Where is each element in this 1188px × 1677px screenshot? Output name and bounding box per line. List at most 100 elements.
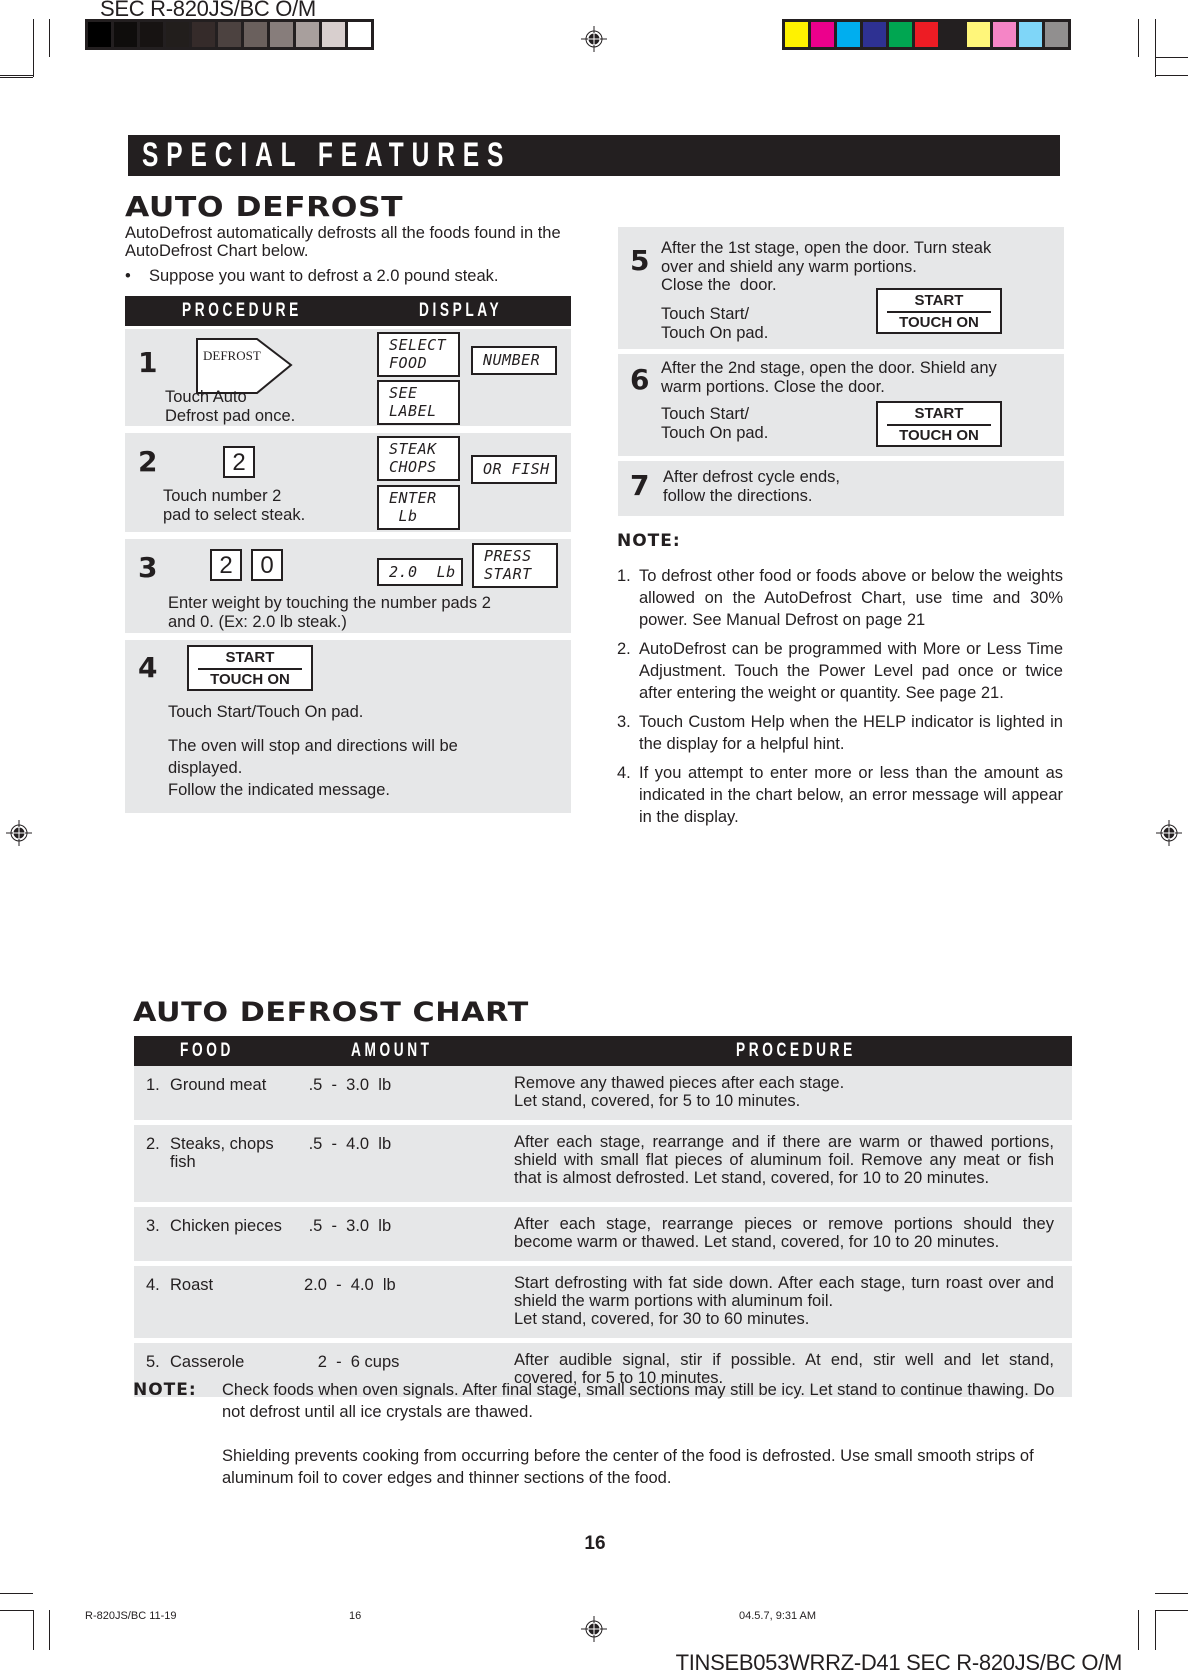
chart-row: 4. Roast 2.0 - 4.0 lb Start defrosting w… <box>134 1266 1072 1338</box>
chart-row: 2. Steaks, chops fish .5 - 4.0 lb After … <box>134 1125 1072 1202</box>
food-cell: 2. Steaks, chops fish <box>134 1125 304 1202</box>
amount-cell: .5 - 4.0 lb <box>304 1135 392 1153</box>
note-item: 4. If you attempt to enter more or less t… <box>617 762 1063 828</box>
registration-mark-icon <box>6 820 32 846</box>
step-number: 3 <box>138 551 158 584</box>
number-pad-2[interactable]: 2 <box>223 446 255 478</box>
amount-cell: .5 - 3.0 lb <box>304 1076 392 1094</box>
display-enter-lb: ENTER Lb <box>377 485 460 530</box>
color-swatch <box>785 22 808 47</box>
grayscale-swatch-bar <box>85 19 374 50</box>
step-number: 1 <box>138 346 158 379</box>
color-swatch <box>166 22 189 47</box>
food-name: Roast <box>170 1276 214 1294</box>
auto-defrost-chart: FOOD AMOUNT PROCEDURE 1. Ground meat .5 … <box>134 1036 1072 1397</box>
touch-on-label: TOUCH ON <box>899 427 979 444</box>
step-6-text-2: Touch Start/ Touch On pad. <box>661 405 769 442</box>
page-number: 16 <box>584 1533 606 1554</box>
step-1-text: Touch Auto Defrost pad once. <box>165 388 296 425</box>
chart-row: 1. Ground meat .5 - 3.0 lb Remove any th… <box>134 1066 1072 1120</box>
header-amount: AMOUNT <box>351 1040 433 1061</box>
chart-note: NOTE: Check foods when oven signals. Aft… <box>133 1379 1073 1511</box>
step-4-text: Touch Start/Touch On pad. <box>168 703 364 721</box>
note-number: 4. <box>617 764 631 782</box>
color-swatch <box>218 22 241 47</box>
food-name: Ground meat <box>170 1076 267 1094</box>
color-swatch <box>296 22 319 47</box>
crop-mark <box>1155 19 1156 77</box>
note-item: 3. Touch Custom Help when the HELP indica… <box>617 711 1063 755</box>
number-pad-2[interactable]: 2 <box>210 549 242 581</box>
touch-on-label: TOUCH ON <box>210 671 290 688</box>
note-item: 2. AutoDefrost can be programmed with Mor… <box>617 638 1063 704</box>
row-number: 1. <box>146 1076 160 1094</box>
row-number: 2. <box>146 1135 160 1153</box>
chart-note-paragraph: Check foods when oven signals. After fin… <box>222 1381 1055 1421</box>
row-number: 3. <box>146 1217 160 1235</box>
bullet-text: Suppose you want to defrost a 2.0 pound … <box>149 267 499 285</box>
chart-header: FOOD AMOUNT PROCEDURE <box>134 1036 1072 1066</box>
color-swatch <box>889 22 912 47</box>
crop-mark <box>49 19 50 57</box>
display-weight: 2.0 Lb <box>377 558 463 586</box>
chart-title: AUTO DEFROST CHART <box>133 997 529 1028</box>
crop-mark <box>1155 75 1188 76</box>
start-label: START <box>198 649 302 670</box>
step-5-text: After the 1st stage, open the door. Turn… <box>661 239 992 294</box>
footer-date: 04.5.7, 9:31 AM <box>739 1610 817 1622</box>
display-steak-chops: STEAK CHOPS <box>377 436 460 481</box>
step-7: 7 After defrost cycle ends, follow the d… <box>618 461 1064 516</box>
number-pad-0[interactable]: 0 <box>251 549 283 581</box>
registration-mark-icon <box>581 26 607 52</box>
procedure-cell: Start defrosting with fat side down. Aft… <box>514 1274 1054 1328</box>
food-cell: 1. Ground meat <box>134 1066 304 1120</box>
color-swatch <box>322 22 345 47</box>
step-number: 6 <box>630 363 650 396</box>
step-number: 5 <box>630 244 650 277</box>
note-text: To defrost other food or foods above or … <box>639 567 1063 629</box>
food-cell: 3. Chicken pieces <box>134 1207 304 1261</box>
crop-mark <box>1155 1610 1188 1611</box>
amount-cell: 2.0 - 4.0 lb <box>304 1276 396 1294</box>
color-swatch <box>114 22 137 47</box>
color-swatch <box>837 22 860 47</box>
color-swatch <box>811 22 834 47</box>
display-see-label: SEE LABEL <box>377 380 460 425</box>
color-swatch <box>270 22 293 47</box>
color-swatch <box>915 22 938 47</box>
start-touch-on-button[interactable]: START TOUCH ON <box>876 401 1002 447</box>
crop-mark <box>1155 1610 1156 1650</box>
color-swatch <box>941 22 964 47</box>
procedure-cell: Remove any thawed pieces after each stag… <box>514 1074 845 1110</box>
display-or-fish: OR FISH <box>471 455 557 484</box>
auto-defrost-pad-button[interactable]: DEFROST <box>195 337 295 395</box>
registration-mark-icon <box>1156 820 1182 846</box>
procedure-table-header: PROCEDURE DISPLAY <box>125 296 571 326</box>
color-swatch <box>140 22 163 47</box>
chart-row: 3. Chicken pieces .5 - 3.0 lb After each… <box>134 1207 1072 1261</box>
header-procedure: PROCEDURE <box>182 300 302 321</box>
step-4-text-2: The oven will stop and directions will b… <box>168 737 458 799</box>
procedure-cell: After each stage, rearrange and if there… <box>514 1133 1054 1187</box>
color-swatch <box>348 22 371 47</box>
crop-mark <box>0 1593 33 1594</box>
chart-note-paragraph: Shielding prevents cooking from occurrin… <box>222 1447 1034 1487</box>
step-2: 2 2 Touch number 2 pad to select steak. … <box>125 433 571 532</box>
step-3: 3 2 0 Enter weight by touching the numbe… <box>125 539 571 633</box>
step-5: 5 After the 1st stage, open the door. Tu… <box>618 227 1064 349</box>
start-touch-on-button[interactable]: START TOUCH ON <box>876 288 1002 334</box>
step-2-text: Touch number 2 pad to select steak. <box>163 487 306 524</box>
display-number: NUMBER <box>471 346 557 375</box>
crop-mark <box>33 1610 34 1650</box>
display-press-start: PRESS START <box>472 543 558 588</box>
auto-defrost-intro: AutoDefrost automatically defrosts all t… <box>125 224 561 260</box>
header-display: DISPLAY <box>419 300 503 321</box>
start-touch-on-button[interactable]: START TOUCH ON <box>187 645 313 691</box>
color-swatch <box>1019 22 1042 47</box>
note-text: Touch Custom Help when the HELP indicato… <box>639 713 1063 753</box>
display-select-food: SELECT FOOD <box>377 332 460 377</box>
footer-doc-code: TINSEB053WRRZ-D41 SEC R-820JS/BC O/M <box>675 1650 1123 1675</box>
crop-mark <box>0 77 33 78</box>
row-number: 4. <box>146 1276 160 1294</box>
step-6: 6 After the 2nd stage, open the door. Sh… <box>618 354 1064 456</box>
